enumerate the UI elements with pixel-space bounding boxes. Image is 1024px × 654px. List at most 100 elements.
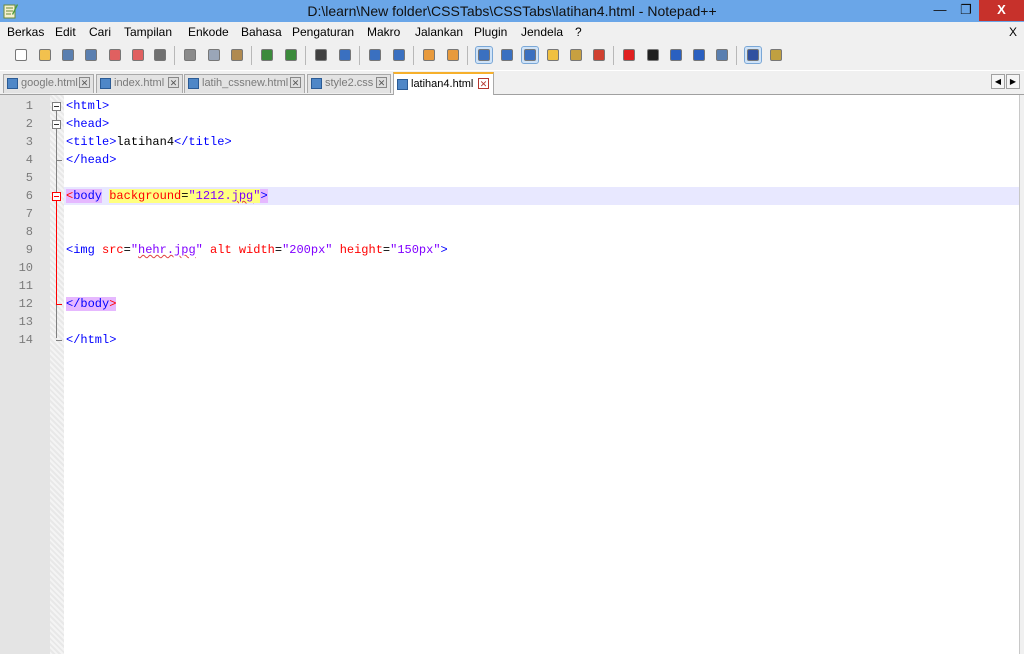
tab-close-icon[interactable]: ✕ bbox=[478, 78, 489, 89]
height-attr: height bbox=[332, 243, 383, 257]
tab-google-html[interactable]: google.html ✕ bbox=[3, 74, 94, 93]
code-line-4: </head> bbox=[66, 153, 116, 167]
stop-macro-icon[interactable] bbox=[645, 47, 661, 63]
sync-vertical-icon[interactable] bbox=[421, 47, 437, 63]
copy-icon[interactable] bbox=[206, 47, 222, 63]
doc-map-icon[interactable] bbox=[568, 47, 584, 63]
menu-edit[interactable]: Edit bbox=[55, 25, 76, 39]
word-wrap-icon-glyph bbox=[478, 49, 490, 61]
zoom-in-icon-glyph bbox=[369, 49, 381, 61]
user-lang-icon[interactable] bbox=[545, 47, 561, 63]
zoom-in-icon[interactable] bbox=[367, 47, 383, 63]
tab-style2-css[interactable]: style2.css ✕ bbox=[307, 74, 391, 93]
fold-toggle-icon[interactable] bbox=[52, 192, 61, 201]
file-saved-icon bbox=[7, 78, 18, 89]
sync-horizontal-icon-glyph bbox=[447, 49, 459, 61]
code-line-2: <head> bbox=[66, 117, 109, 131]
menu-jendela[interactable]: Jendela bbox=[521, 25, 563, 39]
menu-makro[interactable]: Makro bbox=[367, 25, 400, 39]
alt-attr: alt bbox=[202, 243, 239, 257]
tab-label: style2.css bbox=[325, 77, 374, 89]
menu-berkas[interactable]: Berkas bbox=[7, 25, 44, 39]
close-document-button[interactable]: X bbox=[1009, 25, 1017, 39]
minimize-button[interactable]: — bbox=[927, 0, 953, 21]
tab-close-icon[interactable]: ✕ bbox=[79, 77, 90, 88]
toolbar-separator bbox=[413, 46, 414, 65]
new-file-icon[interactable] bbox=[13, 47, 29, 63]
paste-icon[interactable] bbox=[229, 47, 245, 63]
code-line-9: <img src="hehr.jpg" alt width="200px" he… bbox=[66, 243, 448, 257]
body-close-bracket: > bbox=[109, 297, 117, 311]
replace-icon-glyph bbox=[339, 49, 351, 61]
title-text: latihan4 bbox=[116, 135, 175, 149]
equals-sign: = bbox=[123, 243, 131, 257]
code-line-1: <html> bbox=[66, 99, 109, 113]
head-open-tag: <head> bbox=[66, 117, 110, 131]
tab-close-icon[interactable]: ✕ bbox=[290, 77, 301, 88]
menu-plugin[interactable]: Plugin bbox=[474, 25, 507, 39]
record-macro-icon[interactable] bbox=[621, 47, 637, 63]
replace-icon[interactable] bbox=[337, 47, 353, 63]
close-file-icon[interactable] bbox=[107, 47, 123, 63]
user-lang-icon-glyph bbox=[547, 49, 559, 61]
copy-icon-glyph bbox=[208, 49, 220, 61]
editor-area[interactable]: 1 2 3 4 5 6 7 8 9 10 11 12 13 14 <html> … bbox=[0, 95, 1024, 654]
indent-guide-icon-glyph bbox=[524, 49, 536, 61]
function-list-icon[interactable] bbox=[591, 47, 607, 63]
run-macro-multiple-icon[interactable] bbox=[691, 47, 707, 63]
toolbar bbox=[0, 42, 1024, 70]
menu-bahasa[interactable]: Bahasa bbox=[241, 25, 282, 39]
body-close-bracket: > bbox=[260, 189, 268, 203]
redo-icon[interactable] bbox=[283, 47, 299, 63]
indent-guide-icon[interactable] bbox=[521, 46, 539, 64]
editor-right-edge bbox=[1019, 95, 1024, 654]
line-number: 2 bbox=[25, 117, 33, 131]
show-all-chars-icon[interactable] bbox=[499, 47, 515, 63]
undo-icon-glyph bbox=[261, 49, 273, 61]
menu-cari[interactable]: Cari bbox=[89, 25, 111, 39]
close-all-icon[interactable] bbox=[130, 47, 146, 63]
function-list-icon-glyph bbox=[593, 49, 605, 61]
undo-icon[interactable] bbox=[259, 47, 275, 63]
restore-button[interactable]: ❐ bbox=[953, 0, 979, 21]
close-window-button[interactable]: X bbox=[979, 0, 1024, 21]
line-number: 6 bbox=[25, 189, 33, 203]
menu-enkode[interactable]: Enkode bbox=[188, 25, 229, 39]
plugin-icon[interactable] bbox=[768, 47, 784, 63]
fold-margin[interactable] bbox=[50, 95, 64, 654]
quote: " bbox=[195, 243, 203, 257]
find-icon[interactable] bbox=[313, 47, 329, 63]
open-file-icon[interactable] bbox=[37, 47, 53, 63]
menu-help[interactable]: ? bbox=[575, 25, 582, 39]
spell-check-icon[interactable] bbox=[744, 46, 762, 64]
menu-jalankan[interactable]: Jalankan bbox=[415, 25, 463, 39]
new-file-icon-glyph bbox=[15, 49, 27, 61]
tab-close-icon[interactable]: ✕ bbox=[168, 77, 179, 88]
save-macro-icon[interactable] bbox=[714, 47, 730, 63]
print-icon[interactable] bbox=[152, 47, 168, 63]
play-macro-icon[interactable] bbox=[668, 47, 684, 63]
tab-latihan4-html[interactable]: latihan4.html ✕ bbox=[393, 72, 494, 95]
line-number: 4 bbox=[25, 153, 33, 167]
tab-scroll-left-button[interactable]: ◀ bbox=[991, 74, 1005, 89]
tab-scroll-right-button[interactable]: ▶ bbox=[1006, 74, 1020, 89]
tab-index-html[interactable]: index.html ✕ bbox=[96, 74, 183, 93]
tab-latih-cssnew-html[interactable]: latih_cssnew.html ✕ bbox=[184, 74, 305, 93]
zoom-out-icon[interactable] bbox=[391, 47, 407, 63]
menu-tampilan[interactable]: Tampilan bbox=[124, 25, 172, 39]
word-wrap-icon[interactable] bbox=[475, 46, 493, 64]
img-close-bracket: > bbox=[440, 243, 448, 257]
fold-toggle-icon[interactable] bbox=[52, 102, 61, 111]
save-icon[interactable] bbox=[60, 47, 76, 63]
line-number: 14 bbox=[18, 333, 33, 347]
sync-horizontal-icon[interactable] bbox=[445, 47, 461, 63]
menu-pengaturan[interactable]: Pengaturan bbox=[292, 25, 354, 39]
cut-icon[interactable] bbox=[182, 47, 198, 63]
tab-close-icon[interactable]: ✕ bbox=[376, 77, 387, 88]
zoom-out-icon-glyph bbox=[393, 49, 405, 61]
fold-toggle-icon[interactable] bbox=[52, 120, 61, 129]
line-number: 12 bbox=[18, 297, 33, 311]
body-close-tag-name: body bbox=[80, 297, 110, 311]
save-macro-icon-glyph bbox=[716, 49, 728, 61]
save-all-icon[interactable] bbox=[83, 47, 99, 63]
